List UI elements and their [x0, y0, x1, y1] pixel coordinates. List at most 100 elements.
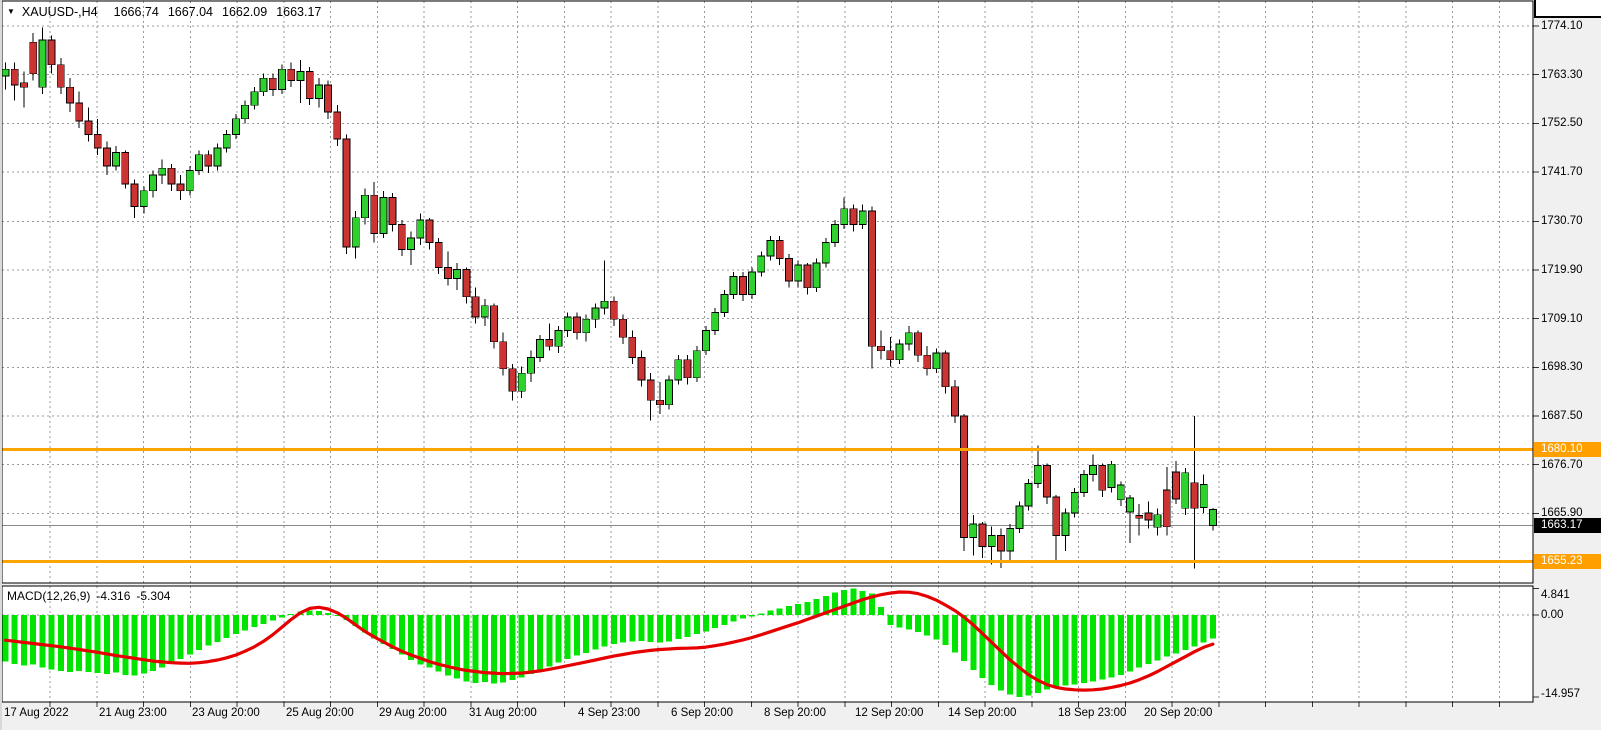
price-tick-label: 1719.90	[1541, 263, 1583, 277]
chart-window[interactable]: ▼XAUUSD-,H41666.741667.041662.091663.17 …	[0, 0, 1601, 730]
candle-bull	[1117, 485, 1124, 500]
macd-histogram-bar	[261, 615, 267, 624]
high-value: 1667.04	[168, 5, 213, 19]
macd-histogram-bar	[943, 615, 949, 645]
candle-bear	[961, 416, 968, 538]
macd-histogram-bar	[224, 615, 230, 638]
time-axis-label: 6 Sep 20:00	[671, 706, 733, 720]
candle-bull	[518, 373, 525, 391]
macd-histogram-bar	[620, 615, 626, 642]
candle-bear	[573, 317, 580, 333]
level-price-marker: 1655.23	[1534, 554, 1601, 569]
candle-bear	[656, 400, 663, 405]
candle-bull	[223, 135, 230, 149]
macd-histogram-bar	[749, 615, 755, 617]
candle-bear	[546, 339, 553, 346]
macd-histogram-bar	[168, 615, 174, 663]
candle-bull	[1182, 473, 1189, 509]
candle-bear	[94, 135, 101, 149]
macd-histogram-bar	[288, 614, 294, 615]
macd-histogram-bar	[592, 615, 598, 650]
window-left-edge	[0, 0, 2, 730]
candle-bear	[103, 148, 110, 166]
price-tick-label: 1698.30	[1541, 360, 1583, 374]
macd-histogram-bar	[1109, 615, 1115, 678]
price-tick-label: 1687.50	[1541, 409, 1583, 423]
candle-bear	[463, 270, 470, 297]
macd-histogram-bar	[233, 615, 239, 634]
macd-histogram-bar	[21, 615, 27, 665]
chart-title: ▼XAUUSD-,H41666.741667.041662.091663.17	[7, 5, 330, 19]
macd-histogram-bar	[1173, 615, 1179, 653]
candle-bull	[583, 319, 590, 333]
time-axis-label: 20 Sep 20:00	[1144, 706, 1212, 720]
macd-histogram-bar	[740, 615, 746, 618]
candle-bear	[638, 357, 645, 380]
one-click-trading-toggle-icon[interactable]: ▼	[7, 7, 15, 16]
macd-tick-label: 4.841	[1541, 588, 1570, 602]
macd-histogram-bar	[30, 615, 36, 664]
candle-bull	[454, 270, 461, 279]
candle-bull	[832, 225, 839, 243]
candle-bull	[315, 85, 322, 99]
macd-histogram-bar	[279, 615, 285, 618]
macd-histogram-bar	[1044, 615, 1050, 690]
macd-histogram-bar	[860, 591, 866, 615]
candle-bear	[942, 353, 949, 387]
candle-bull	[1062, 513, 1069, 536]
macd-histogram-bar	[270, 615, 276, 620]
time-axis-label: 14 Sep 20:00	[948, 706, 1016, 720]
candle-bear	[997, 535, 1004, 551]
price-chart-canvas[interactable]	[0, 0, 1601, 730]
candle-bull	[297, 71, 304, 80]
macd-histogram-bar	[583, 615, 589, 653]
candle-bear	[629, 337, 636, 357]
open-value: 1666.74	[114, 5, 159, 19]
macd-histogram-bar	[804, 602, 810, 615]
candle-bull	[666, 380, 673, 405]
macd-histogram-bar	[611, 615, 617, 644]
candle-bull	[159, 168, 166, 175]
candle-bear	[85, 121, 92, 135]
price-tick-label: 1763.30	[1541, 68, 1583, 82]
macd-tick-label: 0.00	[1541, 608, 1563, 622]
macd-histogram-bar	[915, 615, 921, 632]
candle-bull	[601, 301, 608, 308]
macd-histogram-bar	[629, 615, 635, 641]
macd-indicator-label: MACD(12,26,9)-4.316-5.304	[7, 589, 176, 603]
candle-bear	[887, 351, 894, 360]
macd-histogram-bar	[1201, 615, 1207, 642]
macd-histogram-bar	[795, 604, 801, 615]
close-value: 1663.17	[276, 5, 321, 19]
candle-bear	[491, 306, 498, 342]
macd-histogram-bar	[777, 608, 783, 615]
candle-bull	[758, 256, 765, 272]
price-tick-label: 1774.10	[1541, 19, 1583, 33]
candle-bull	[1071, 493, 1078, 513]
candle-bull	[242, 105, 249, 119]
price-tick-label: 1730.70	[1541, 214, 1583, 228]
candle-bull	[1108, 464, 1115, 487]
time-axis-label: 4 Sep 23:00	[578, 706, 640, 720]
candle-bull	[251, 92, 258, 106]
macd-histogram-bar	[712, 615, 718, 628]
macd-histogram-bar	[1026, 615, 1032, 696]
macd-tick-label: -14.957	[1541, 687, 1580, 701]
candle-bull	[767, 240, 774, 256]
candle-bull	[1090, 466, 1097, 475]
candle-bull	[564, 317, 571, 331]
candle-bear	[1173, 472, 1180, 499]
candle-bull	[408, 238, 415, 249]
macd-histogram-bar	[721, 615, 727, 625]
time-axis-label: 25 Aug 20:00	[286, 706, 354, 720]
time-axis-label: 12 Sep 20:00	[855, 706, 923, 720]
candle-bull	[592, 308, 599, 319]
macd-histogram-bar	[1081, 615, 1087, 683]
candle-bull	[795, 265, 802, 281]
candle-bull	[140, 191, 147, 207]
symbol-timeframe-label: XAUUSD-,H4	[22, 5, 98, 19]
candle-bull	[1007, 529, 1014, 552]
candle-bear	[785, 258, 792, 281]
candle-bear	[924, 355, 931, 369]
macd-histogram-bar	[1007, 615, 1013, 695]
